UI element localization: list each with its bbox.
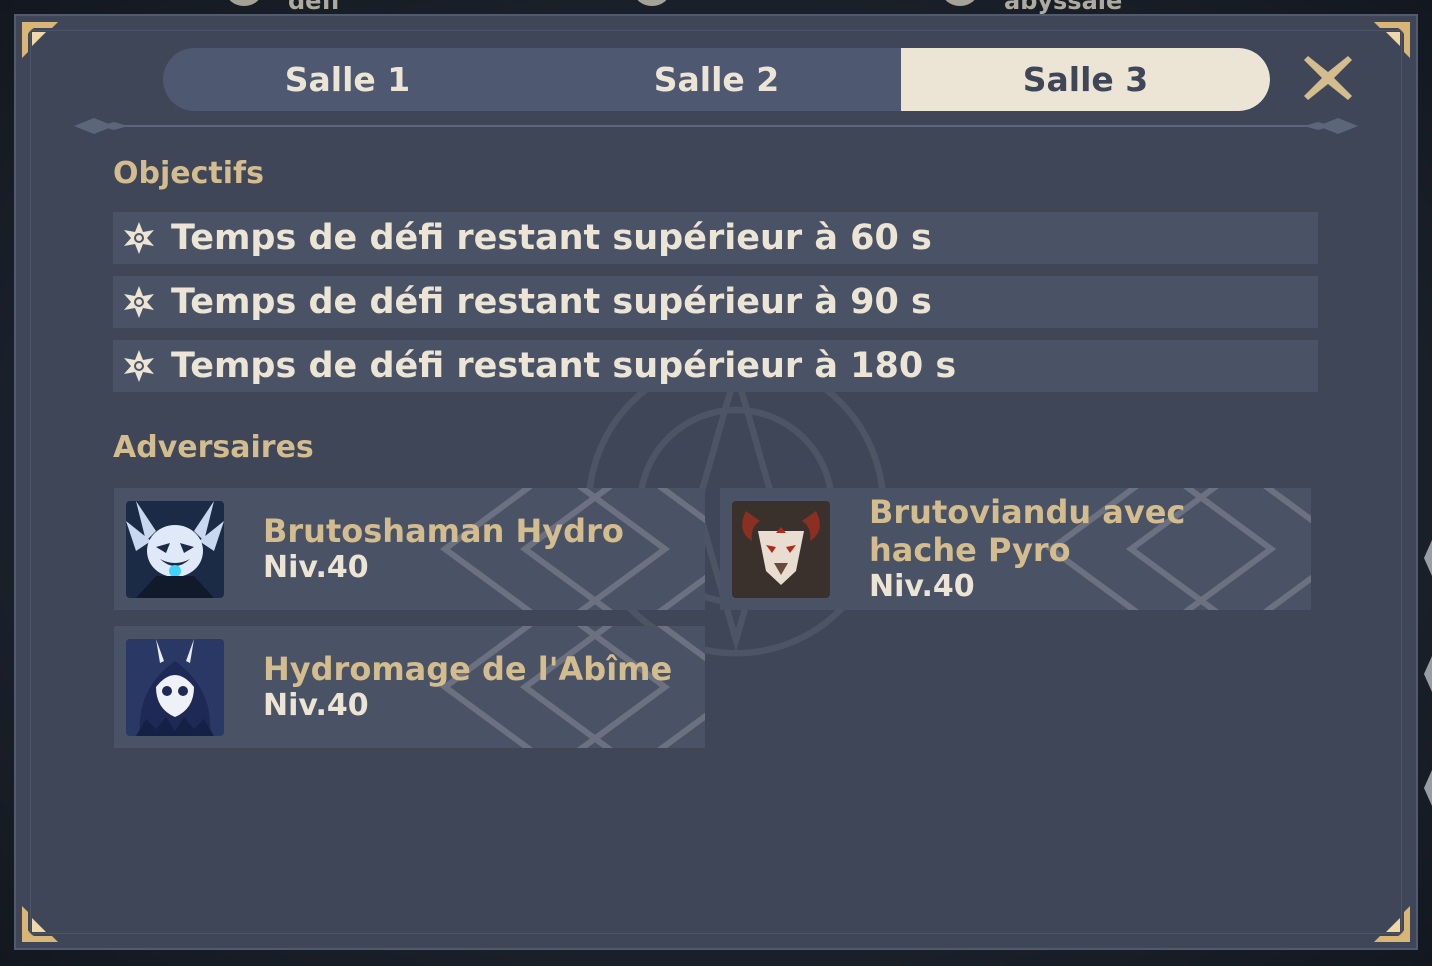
corner-ornament-icon (22, 22, 58, 58)
enemy-info: Brutoviandu avec hache Pyro Niv.40 (869, 488, 1289, 610)
corner-ornament-icon (22, 906, 58, 942)
corner-ornament-icon (1374, 906, 1410, 942)
background-circle-icon (634, 0, 670, 6)
objectives-list: Temps de défi restant supérieur à 60 s T… (113, 212, 1318, 404)
background-label: abyssale (1004, 0, 1123, 15)
enemy-name: Brutoshaman Hydro (263, 512, 624, 550)
pyro-axe-mitachurl-portrait (732, 501, 830, 598)
background-label: défi (288, 0, 340, 15)
corner-ornament-icon (1374, 22, 1410, 58)
header-divider (74, 118, 1358, 134)
enemy-card[interactable]: Hydromage de l'Abîme Niv.40 (114, 626, 705, 748)
background-star-icon (1424, 540, 1432, 576)
objective-text: Temps de défi restant supérieur à 90 s (171, 282, 932, 322)
tab-salle-1[interactable]: Salle 1 (163, 48, 532, 111)
enemy-info: Hydromage de l'Abîme Niv.40 (263, 626, 672, 748)
objective-item: Temps de défi restant supérieur à 180 s (113, 340, 1318, 392)
objectives-title: Objectifs (113, 156, 264, 191)
hydro-shaman-portrait (126, 501, 224, 598)
objective-text: Temps de défi restant supérieur à 180 s (171, 346, 957, 386)
star-icon (124, 222, 154, 254)
background-circle-icon (942, 0, 978, 6)
star-icon (124, 286, 154, 318)
background-star-icon (1424, 770, 1432, 806)
chamber-tabs: Salle 1 Salle 2 Salle 3 (163, 48, 1270, 111)
hydro-abyss-mage-portrait (126, 639, 224, 736)
objective-item: Temps de défi restant supérieur à 90 s (113, 276, 1318, 328)
enemy-level: Niv.40 (263, 550, 369, 585)
adversaries-title: Adversaires (113, 430, 314, 465)
star-icon (124, 350, 154, 382)
enemy-name: Hydromage de l'Abîme (263, 650, 673, 688)
enemy-card[interactable]: Brutoviandu avec hache Pyro Niv.40 (720, 488, 1311, 610)
close-icon[interactable] (1300, 50, 1356, 106)
tab-salle-3[interactable]: Salle 3 (901, 48, 1270, 111)
floor-details-panel (14, 14, 1418, 950)
objective-item: Temps de défi restant supérieur à 60 s (113, 212, 1318, 264)
tab-salle-2[interactable]: Salle 2 (532, 48, 901, 111)
background-circle-icon (226, 0, 262, 6)
background-star-icon (1424, 656, 1432, 692)
enemy-info: Brutoshaman Hydro Niv.40 (263, 488, 624, 610)
enemy-level: Niv.40 (263, 688, 369, 723)
enemy-name: Brutoviandu avec hache Pyro (869, 493, 1186, 569)
objective-text: Temps de défi restant supérieur à 60 s (171, 218, 932, 258)
enemy-card[interactable]: Brutoshaman Hydro Niv.40 (114, 488, 705, 610)
enemy-level: Niv.40 (869, 569, 975, 604)
